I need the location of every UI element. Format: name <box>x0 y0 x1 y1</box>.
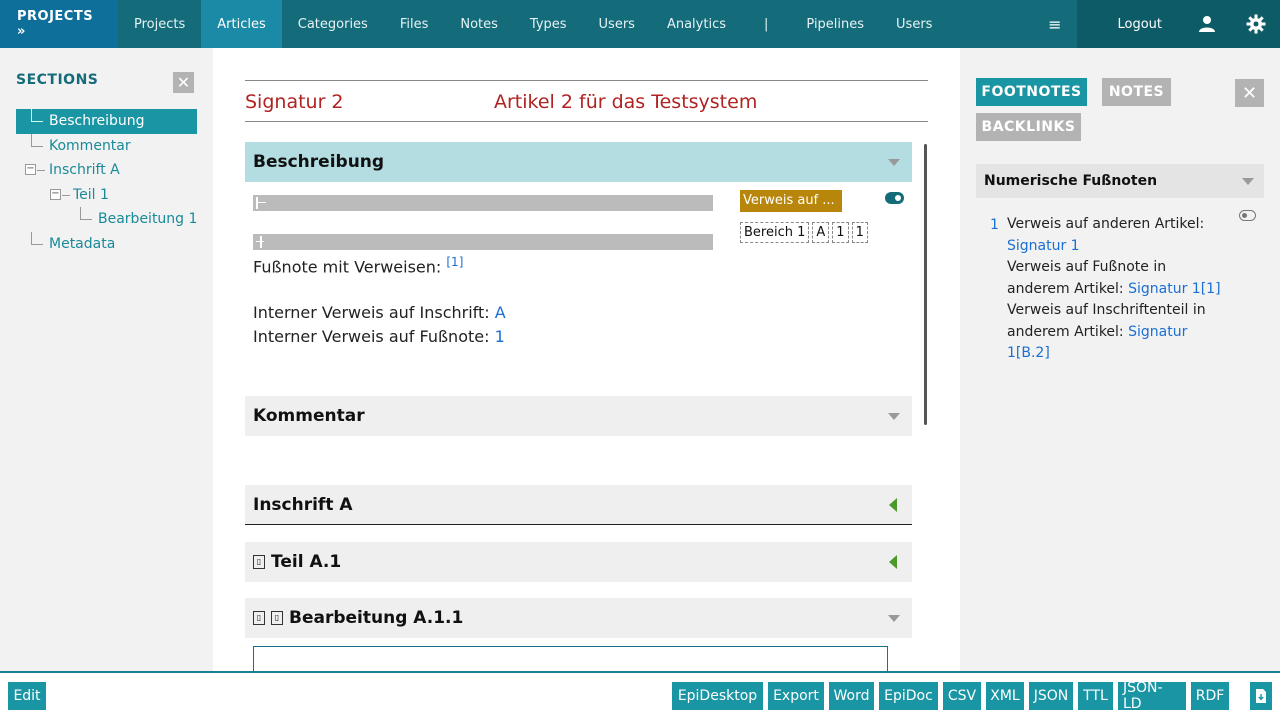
json-button[interactable]: JSON <box>1029 682 1073 710</box>
nav-analytics[interactable]: Analytics <box>651 0 742 48</box>
ttl-button[interactable]: TTL <box>1078 682 1113 710</box>
section-type-icon: ▯ <box>253 555 265 569</box>
annotation-tag[interactable]: Verweis auf ... <box>740 190 842 212</box>
tab-notes[interactable]: NOTES <box>1102 78 1171 106</box>
section-beschreibung-header[interactable]: Beschreibung <box>245 142 912 182</box>
footnote-link[interactable]: 1 <box>495 327 505 346</box>
chip[interactable]: Bereich 1 <box>740 222 810 243</box>
edit-button[interactable]: Edit <box>8 682 46 710</box>
expand-arrow-icon[interactable] <box>889 498 897 512</box>
article-main: Signatur 2 Artikel 2 für das Testsystem … <box>213 48 960 671</box>
annotation-chips: Bereich 1 A 1 1 <box>740 222 868 243</box>
sidebar-close-icon[interactable]: ✕ <box>173 72 194 93</box>
collapse-icon[interactable]: − <box>50 188 61 200</box>
tree-item-teil-1[interactable]: − Teil 1 <box>16 183 197 208</box>
text-placeholder-bar <box>253 195 713 211</box>
user-icon[interactable] <box>1182 0 1231 48</box>
nav-notes[interactable]: Notes <box>444 0 514 48</box>
section-kommentar-header[interactable]: Kommentar <box>245 396 912 436</box>
footnote-link-signatur-1-fn[interactable]: Signatur 1[1] <box>1128 281 1220 297</box>
internal-footnote-ref: Interner Verweis auf Fußnote: 1 <box>253 327 505 346</box>
epidoc-button[interactable]: EpiDoc <box>879 682 938 710</box>
footnote-content: Verweis auf anderen Artikel: Signatur 1 V… <box>1007 216 1221 361</box>
word-button[interactable]: Word <box>829 682 874 710</box>
section-bearbeitung-header[interactable]: ▯ ▯ Bearbeitung A.1.1 <box>245 598 912 638</box>
sections-sidebar: SECTIONS ✕ Beschreibung Kommentar − Insc… <box>0 48 213 671</box>
section-type-icon: ▯ <box>271 611 283 625</box>
nav-pipelines[interactable]: Pipelines <box>790 0 880 48</box>
footnote-paragraph: Fußnote mit Verweisen: [1] <box>253 255 464 277</box>
panel-close-icon[interactable]: ✕ <box>1235 79 1264 107</box>
projects-brand[interactable]: PROJECTS » <box>0 0 118 48</box>
footnote-link-signatur-1[interactable]: Signatur 1 <box>1007 238 1080 254</box>
nav-files[interactable]: Files <box>384 0 445 48</box>
tree-item-metadata[interactable]: Metadata <box>16 231 197 257</box>
article-title: Artikel 2 für das Testsystem <box>494 91 758 113</box>
xml-button[interactable]: XML <box>986 682 1024 710</box>
bearbeitung-editor[interactable] <box>253 646 888 671</box>
csv-button[interactable]: CSV <box>943 682 981 710</box>
tab-backlinks[interactable]: BACKLINKS <box>976 113 1081 141</box>
internal-inscription-ref: Interner Verweis auf Inschrift: A <box>253 303 506 322</box>
section-type-icon: ▯ <box>253 611 265 625</box>
logout-link[interactable]: Logout <box>1077 0 1182 48</box>
chip[interactable]: A <box>812 222 830 243</box>
inscription-link[interactable]: A <box>495 303 506 322</box>
nav-categories[interactable]: Categories <box>282 0 384 48</box>
tree-item-kommentar[interactable]: Kommentar <box>16 133 197 159</box>
export-button[interactable]: Export <box>768 682 824 710</box>
section-teil-header[interactable]: ▯ Teil A.1 <box>245 542 912 582</box>
scrollbar[interactable] <box>924 144 927 425</box>
json-ld-button[interactable]: JSON-LD <box>1118 680 1186 712</box>
nav-users[interactable]: Users <box>583 0 651 48</box>
nav-articles[interactable]: Articles <box>201 0 282 48</box>
sections-title: SECTIONS <box>16 72 99 88</box>
text-placeholder-bar <box>253 234 713 250</box>
footer-toolbar: Edit EpiDesktop Export Word EpiDoc CSV X… <box>0 671 1280 715</box>
chevron-down-icon[interactable] <box>1242 178 1254 185</box>
chip[interactable]: 1 <box>832 222 849 243</box>
menu-icon[interactable]: ≡ <box>1032 0 1078 48</box>
chip[interactable]: 1 <box>851 222 868 243</box>
tree-item-inschrift-a[interactable]: − Inschrift A <box>16 158 197 183</box>
tab-footnotes[interactable]: FOOTNOTES <box>976 78 1087 106</box>
article-header: Signatur 2 Artikel 2 für das Testsystem <box>245 80 928 122</box>
top-navbar: PROJECTS » Projects Articles Categories … <box>0 0 1280 48</box>
chevron-down-icon[interactable] <box>888 615 900 622</box>
footnote-number[interactable]: 1 <box>990 217 999 233</box>
nav-projects[interactable]: Projects <box>118 0 201 48</box>
expand-arrow-icon[interactable] <box>889 555 897 569</box>
footnotes-panel: FOOTNOTES NOTES BACKLINKS ✕ Numerische F… <box>960 48 1280 671</box>
epidesktop-button[interactable]: EpiDesktop <box>672 682 763 710</box>
nav-types[interactable]: Types <box>514 0 583 48</box>
footnote-ref-link[interactable]: [1] <box>446 255 463 269</box>
nav-separator: | <box>764 16 769 32</box>
section-inschrift-header[interactable]: Inschrift A <box>245 485 912 525</box>
nav-users-2[interactable]: Users <box>880 0 948 48</box>
footnote-toggle[interactable] <box>1239 210 1256 221</box>
rdf-button[interactable]: RDF <box>1191 682 1229 710</box>
collapse-icon[interactable]: − <box>25 164 36 175</box>
gear-icon[interactable] <box>1231 0 1280 48</box>
chevron-down-icon[interactable] <box>888 159 900 166</box>
numeric-footnotes-header[interactable]: Numerische Fußnoten <box>976 164 1264 198</box>
tree-item-beschreibung[interactable]: Beschreibung <box>16 109 197 134</box>
tree-item-bearbeitung-1[interactable]: Bearbeitung 1 <box>16 207 197 232</box>
file-download-icon[interactable] <box>1250 682 1272 710</box>
article-signature: Signatur 2 <box>245 91 344 113</box>
chevron-down-icon[interactable] <box>888 413 900 420</box>
section-tree: Beschreibung Kommentar − Inschrift A − T… <box>16 109 197 256</box>
annotation-toggle[interactable] <box>885 192 904 204</box>
